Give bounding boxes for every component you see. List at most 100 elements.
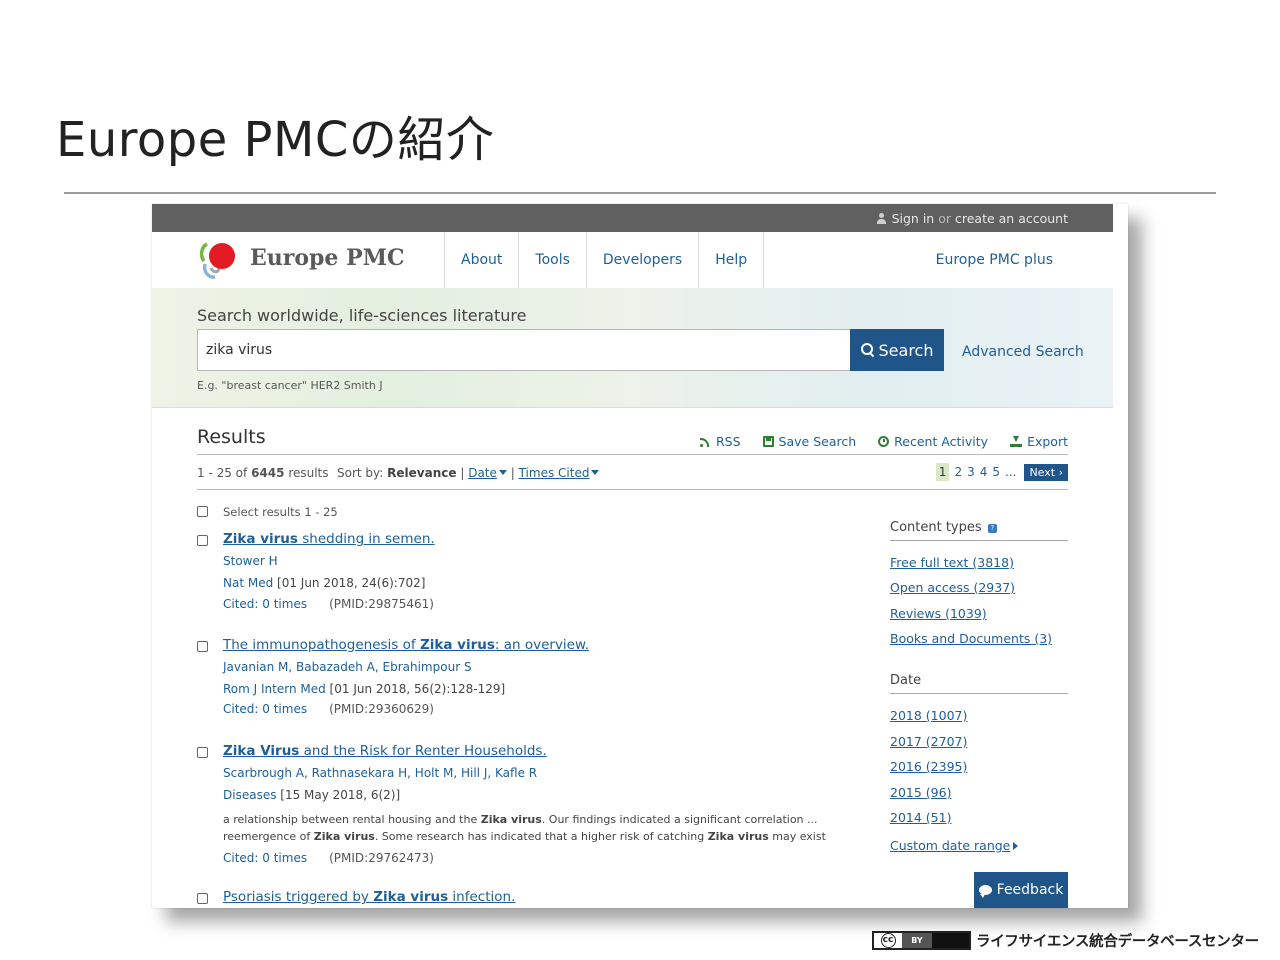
sort-label: Sort by: [337,466,384,480]
clock-icon [878,436,890,447]
cc-text: cc [880,933,896,948]
result-title[interactable]: Psoriasis triggered by Zika virus infect… [223,889,515,905]
facet-year-2018[interactable]: 2018 (1007) [890,708,967,723]
page-4[interactable]: 4 [980,465,988,479]
date-facet: Date 2018 (1007) 2017 (2707) 2016 (2395)… [890,673,1068,857]
advanced-search-link[interactable]: Advanced Search [962,344,1084,360]
select-all-checkbox[interactable] [197,506,208,517]
result-title[interactable]: Zika virus shedding in semen. [223,531,435,547]
facet-reviews[interactable]: Reviews (1039) [890,606,987,621]
result-snippet: a relationship between rental housing an… [223,811,826,845]
download-icon [1010,436,1023,447]
title-text: infection. [448,889,516,905]
sign-in-link[interactable]: Sign in [892,211,935,226]
results-divider [197,454,1068,455]
facet-year-2014[interactable]: 2014 (51) [890,810,951,825]
europe-pmc-plus-link[interactable]: Europe PMC plus [936,252,1053,268]
result-checkbox[interactable] [197,535,208,546]
search-button[interactable]: Search [850,329,944,371]
nav-tools[interactable]: Tools [519,232,587,288]
footer-organization: ライフサイエンス統合データベースセンター [976,934,1259,950]
feedback-button[interactable]: Feedback [974,872,1068,908]
result-citations: Cited: 0 times (PMID:29762473) [223,851,434,865]
chat-bubble-icon [978,885,992,898]
journal-detail: [01 Jun 2018, 56(2):128-129] [325,682,506,696]
facet-books-documents[interactable]: Books and Documents (3) [890,631,1052,646]
result-authors[interactable]: Scarbrough A, Rathnasekara H, Holt M, Hi… [223,766,537,780]
page-3[interactable]: 3 [967,465,975,479]
rss-label: RSS [715,434,741,449]
logo-text[interactable]: Europe PMC [250,245,404,271]
caret-down-icon [498,470,507,475]
cited-count[interactable]: Cited: 0 times [223,597,307,611]
sort-times-cited[interactable]: Times Cited [519,466,600,480]
nav-about[interactable]: About [445,232,520,288]
search-input[interactable] [197,329,851,371]
facet-free-full-text[interactable]: Free full text (3818) [890,555,1014,570]
title-text: Psoriasis triggered by [223,889,374,905]
caret-down-icon [591,470,600,475]
journal-detail: [01 Jun 2018, 24(6):702] [273,576,426,590]
page-5[interactable]: 5 [992,465,1000,479]
recent-activity-link[interactable]: Recent Activity [878,434,988,449]
sort-relevance[interactable]: Relevance [387,466,456,480]
title-highlight: Zika virus [419,637,495,653]
snippet-line: reemergence of Zika virus. Some research… [223,828,826,845]
title-text: shedding in semen. [297,531,435,547]
user-icon [876,213,886,224]
cited-count[interactable]: Cited: 0 times [223,702,307,716]
page-ellipsis: ... [1005,465,1017,479]
page-1[interactable]: 1 [935,463,950,481]
snippet-highlight: Zika virus [313,830,375,843]
result-title[interactable]: Zika Virus and the Risk for Renter House… [223,743,547,759]
feedback-label: Feedback [996,882,1064,898]
nav-developers[interactable]: Developers [587,232,700,288]
snippet-text: may exist [768,830,826,843]
title-highlight: Zika virus [373,889,449,905]
recent-activity-label: Recent Activity [894,434,989,449]
cited-count[interactable]: Cited: 0 times [223,851,307,865]
europe-pmc-logo-icon[interactable] [197,238,241,282]
nav-help[interactable]: Help [699,232,765,288]
search-icon [860,343,875,357]
count-range: 1 - 25 of [197,466,248,480]
page-2[interactable]: 2 [954,465,962,479]
export-link[interactable]: Export [1010,434,1068,449]
facet-open-access[interactable]: Open access (2937) [890,580,1015,595]
journal-name[interactable]: Nat Med [223,576,273,590]
sort-date-label: Date [468,466,497,480]
pagination: 1 2 3 4 5 ... Next › [935,463,1068,481]
rss-link[interactable]: RSS [699,434,741,449]
chevron-right-icon [1013,842,1019,850]
create-account-link[interactable]: create an account [955,211,1068,226]
sort-date[interactable]: Date [468,466,507,480]
question-icon[interactable]: ? [987,524,997,533]
result-title[interactable]: The immunopathogenesis of Zika virus: an… [223,637,589,653]
title-highlight: Zika virus [223,531,298,547]
facet-year-2017[interactable]: 2017 (2707) [890,734,967,749]
result-checkbox[interactable] [197,893,208,904]
result-checkbox[interactable] [197,747,208,758]
save-search-link[interactable]: Save Search [762,434,856,449]
journal-name[interactable]: Diseases [223,788,276,802]
result-authors[interactable]: Stower H [223,554,278,568]
facet-year-2016[interactable]: 2016 (2395) [890,759,967,774]
count-total: 6445 [251,466,285,480]
results-toolbar: RSS Save Search Recent Activity Export [699,434,1068,449]
snippet-line: a relationship between rental housing an… [223,811,826,828]
next-page-button[interactable]: Next › [1024,463,1068,481]
result-journal: Diseases [15 May 2018, 6(2)] [223,788,400,802]
facet-heading: Date [890,673,1068,694]
slide-title: Europe PMCの紹介 [56,112,495,168]
result-item: Zika Virus and the Risk for Renter House… [197,743,826,869]
facet-heading-text: Content types [890,520,982,535]
result-checkbox[interactable] [197,641,208,652]
primary-nav: About Tools Developers Help [444,232,765,288]
journal-name[interactable]: Rom J Intern Med [223,682,326,696]
custom-date-range-link[interactable]: Custom date range [890,838,1019,853]
sort-cited-label: Times Cited [518,466,590,480]
search-panel: Search worldwide, life-sciences literatu… [152,288,1113,408]
result-authors[interactable]: Javanian M, Babazadeh A, Ebrahimpour S [223,660,472,674]
facet-year-2015[interactable]: 2015 (96) [890,785,951,800]
next-label: Next [1029,465,1056,479]
